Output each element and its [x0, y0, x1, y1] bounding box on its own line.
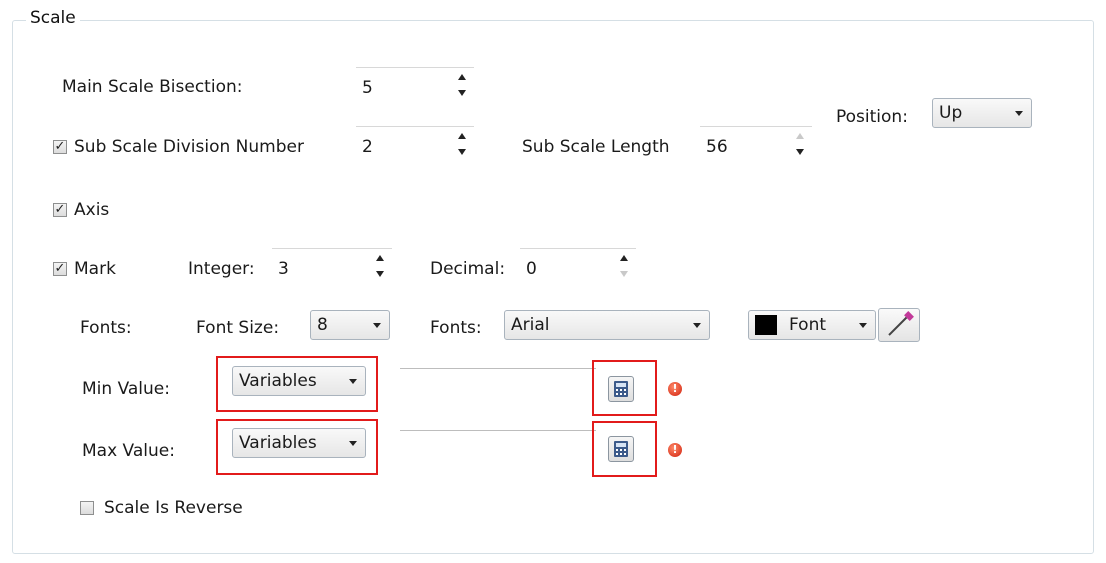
font-size-value: 8 [317, 315, 328, 335]
max-warning-icon: ! [668, 443, 682, 457]
fonts-label: Fonts: [80, 318, 132, 338]
font-color-label: Font [789, 315, 827, 335]
mark-label: Mark [74, 259, 116, 279]
font-color-dropdown[interactable]: Font [748, 310, 876, 340]
main-scale-spinner[interactable]: 5 [356, 67, 474, 101]
max-type-dropdown[interactable]: Variables [232, 428, 366, 458]
min-type-value: Variables [239, 371, 317, 391]
sub-scale-length-label: Sub Scale Length [522, 137, 670, 157]
position-dropdown[interactable]: Up [932, 98, 1032, 128]
max-type-value: Variables [239, 433, 317, 453]
calculator-icon [614, 381, 628, 397]
integer-value: 3 [278, 259, 289, 279]
font-family-dropdown[interactable]: Arial [504, 310, 710, 340]
spin-up-icon[interactable] [620, 255, 628, 261]
sub-scale-label: Sub Scale Division Number [74, 137, 304, 157]
spin-up-icon[interactable] [796, 133, 804, 139]
main-scale-label: Main Scale Bisection: [62, 77, 243, 97]
sub-scale-length-spinner[interactable]: 56 [700, 126, 812, 160]
reverse-checkbox[interactable] [80, 501, 94, 515]
eyedropper-icon [888, 311, 914, 336]
sub-scale-length-value: 56 [706, 137, 728, 157]
position-label: Position: [836, 107, 908, 127]
group-title: Scale [26, 8, 80, 28]
decimal-spinner[interactable]: 0 [520, 248, 636, 282]
axis-checkbox[interactable]: ✓ [53, 203, 67, 217]
spin-down-icon[interactable] [620, 271, 628, 277]
calculator-icon [614, 441, 628, 457]
reverse-label: Scale Is Reverse [104, 498, 243, 518]
font-size-dropdown[interactable]: 8 [310, 310, 390, 340]
spin-down-icon[interactable] [796, 149, 804, 155]
main-scale-value: 5 [362, 78, 373, 98]
mark-checkbox[interactable]: ✓ [53, 262, 67, 276]
max-value-label: Max Value: [82, 441, 175, 461]
decimal-value: 0 [526, 259, 537, 279]
position-value: Up [939, 103, 963, 123]
spin-up-icon[interactable] [458, 133, 466, 139]
sub-scale-spinner[interactable]: 2 [356, 126, 474, 160]
min-value-input[interactable] [400, 368, 596, 404]
max-calc-button[interactable] [608, 436, 634, 462]
axis-label: Axis [74, 200, 110, 220]
min-warning-icon: ! [668, 382, 682, 396]
spin-up-icon[interactable] [458, 74, 466, 80]
min-value-label: Min Value: [82, 379, 170, 399]
spin-down-icon[interactable] [458, 149, 466, 155]
dropdown-caret-icon [1015, 111, 1023, 116]
spin-down-icon[interactable] [458, 90, 466, 96]
integer-label: Integer: [188, 259, 255, 279]
dropdown-caret-icon [693, 323, 701, 328]
font-family-label: Fonts: [430, 318, 482, 338]
font-family-value: Arial [511, 315, 550, 335]
integer-spinner[interactable]: 3 [272, 248, 392, 282]
sub-scale-value: 2 [362, 137, 373, 157]
decimal-label: Decimal: [430, 259, 506, 279]
spin-down-icon[interactable] [376, 271, 384, 277]
font-size-label: Font Size: [196, 318, 280, 338]
max-value-input[interactable] [400, 430, 596, 466]
sub-scale-checkbox[interactable]: ✓ [53, 140, 67, 154]
min-type-dropdown[interactable]: Variables [232, 366, 366, 396]
spin-up-icon[interactable] [376, 255, 384, 261]
color-swatch [755, 315, 777, 335]
eyedropper-button[interactable] [878, 308, 920, 342]
min-calc-button[interactable] [608, 376, 634, 402]
dropdown-caret-icon [373, 323, 381, 328]
dropdown-caret-icon [349, 441, 357, 446]
dropdown-caret-icon [859, 323, 867, 328]
dropdown-caret-icon [349, 379, 357, 384]
